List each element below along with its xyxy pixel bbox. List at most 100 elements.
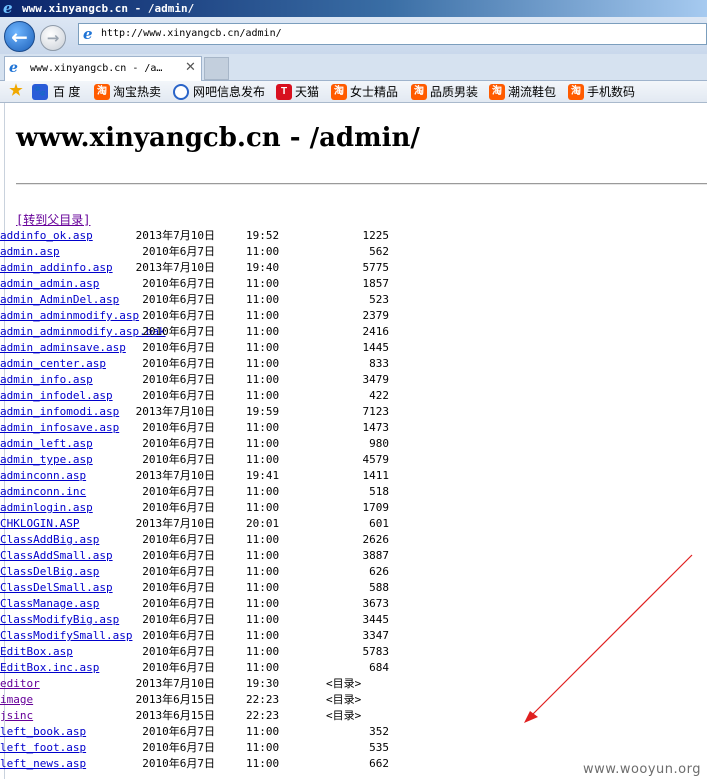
file-link[interactable]: ClassAddSmall.asp [0, 549, 113, 562]
file-link[interactable]: admin_AdminDel.asp [0, 293, 119, 306]
file-link[interactable]: left_foot.asp [0, 741, 86, 754]
ie-tab-icon: e [9, 60, 18, 76]
entry-date: 2013年7月10日 [135, 261, 215, 274]
file-link[interactable]: admin_adminsave.asp [0, 341, 126, 354]
entry-size: 1411 [362, 469, 390, 482]
entry-size: 1709 [362, 501, 390, 514]
file-link[interactable]: ClassDelSmall.asp [0, 581, 113, 594]
entry-time: 11:00 [246, 453, 280, 466]
listing-row: 2013年7月10日 19:41 1411 adminconn.asp [0, 468, 707, 484]
address-url[interactable]: http://www.xinyangcb.cn/admin/ [101, 24, 282, 44]
file-link[interactable]: EditBox.inc.asp [0, 661, 99, 674]
file-link[interactable]: ClassAddBig.asp [0, 533, 99, 546]
file-link[interactable]: admin_admin.asp [0, 277, 99, 290]
navigation-bar: ← → e http://www.xinyangcb.cn/admin/ [0, 17, 707, 54]
address-bar[interactable]: e http://www.xinyangcb.cn/admin/ [78, 23, 707, 45]
horizontal-rule [16, 183, 707, 185]
taobao-icon: 淘 [94, 84, 110, 100]
entry-date: 2010年6月7日 [142, 597, 215, 610]
file-link[interactable]: admin_infodel.asp [0, 389, 113, 402]
entry-date: 2013年7月10日 [135, 517, 215, 530]
listing-row: 2010年6月7日 11:00 4579 admin_type.asp [0, 452, 707, 468]
file-link[interactable]: adminconn.inc [0, 485, 86, 498]
ie-page-icon: e [83, 25, 93, 43]
entry-date: 2010年6月7日 [142, 277, 215, 290]
file-link[interactable]: ClassModifySmall.asp [0, 629, 132, 642]
entry-time: 11:00 [246, 245, 280, 258]
file-link[interactable]: addinfo_ok.asp [0, 229, 93, 242]
entry-time: 11:00 [246, 581, 280, 594]
listing-row: 2010年6月7日 11:00 562 admin.asp [0, 244, 707, 260]
file-link[interactable]: admin_infosave.asp [0, 421, 119, 434]
wangba-icon [173, 84, 189, 100]
entry-time: 19:41 [246, 469, 280, 482]
forward-button[interactable]: → [40, 25, 66, 51]
entry-time: 11:00 [246, 645, 280, 658]
file-link[interactable]: CHKLOGIN.ASP [0, 517, 79, 530]
entry-date: 2010年6月7日 [142, 453, 215, 466]
entry-time: 11:00 [246, 421, 280, 434]
file-link[interactable]: ClassModifyBig.asp [0, 613, 119, 626]
listing-row: 2010年6月7日 11:00 352 left_book.asp [0, 724, 707, 740]
entry-size: 2379 [362, 309, 390, 322]
file-link[interactable]: ClassDelBig.asp [0, 565, 99, 578]
tmall-icon: T [276, 84, 292, 100]
entry-time: 11:00 [246, 277, 280, 290]
window-title-bar: e www.xinyangcb.cn - /admin/ [0, 0, 707, 17]
entry-date: 2013年7月10日 [135, 469, 215, 482]
file-link[interactable]: admin_left.asp [0, 437, 93, 450]
entry-time: 11:00 [246, 757, 280, 770]
new-tab-button[interactable] [204, 57, 229, 80]
entry-size: 5783 [362, 645, 390, 658]
directory-link[interactable]: jsinc [0, 709, 33, 722]
file-link[interactable]: admin_center.asp [0, 357, 106, 370]
close-icon[interactable]: ✕ [185, 60, 196, 75]
directory-link[interactable]: editor [0, 677, 40, 690]
entry-date: 2010年6月7日 [142, 757, 215, 770]
listing-row: 2010年6月7日 11:00 5783 EditBox.asp [0, 644, 707, 660]
back-button[interactable]: ← [4, 21, 35, 52]
file-link[interactable]: adminlogin.asp [0, 501, 93, 514]
entry-size: 626 [369, 565, 389, 578]
listing-row: 2010年6月7日 11:00 3887 ClassAddSmall.asp [0, 548, 707, 564]
entry-time: 19:59 [246, 405, 280, 418]
entry-time: 19:52 [246, 229, 280, 242]
entry-date: 2010年6月7日 [142, 373, 215, 386]
ie-logo-icon: e [3, 0, 13, 17]
file-link[interactable]: left_book.asp [0, 725, 86, 738]
entry-date: 2010年6月7日 [142, 533, 215, 546]
file-link[interactable]: admin_infomodi.asp [0, 405, 119, 418]
file-link[interactable]: admin_addinfo.asp [0, 261, 113, 274]
page-content: www.xinyangcb.cn - /admin/ [转到父目录] 2013年… [0, 103, 707, 779]
file-link[interactable]: admin_adminmodify.asp.bak [0, 325, 166, 338]
favorites-star-icon[interactable]: ★ [8, 83, 24, 99]
listing-row: 2010年6月7日 11:00 535 left_foot.asp [0, 740, 707, 756]
parent-directory-link[interactable]: [转到父目录] [16, 211, 90, 228]
file-link[interactable]: EditBox.asp [0, 645, 73, 658]
entry-date: 2010年6月7日 [142, 501, 215, 514]
taobao-icon: 淘 [489, 84, 505, 100]
file-link[interactable]: admin_info.asp [0, 373, 93, 386]
listing-row: 2010年6月7日 11:00 523 admin_AdminDel.asp [0, 292, 707, 308]
file-link[interactable]: admin_type.asp [0, 453, 93, 466]
listing-row: 2013年7月10日 19:30 <目录> editor [0, 676, 707, 692]
entry-time: 11:00 [246, 629, 280, 642]
entry-time: 11:00 [246, 565, 280, 578]
listing-row: 2010年6月7日 11:00 1445 admin_adminsave.asp [0, 340, 707, 356]
watermark: www.wooyun.org [582, 762, 701, 777]
entry-size: 4579 [362, 453, 390, 466]
listing-row: 2010年6月7日 11:00 833 admin_center.asp [0, 356, 707, 372]
file-link[interactable]: adminconn.asp [0, 469, 86, 482]
entry-size: 1473 [362, 421, 390, 434]
directory-link[interactable]: image [0, 693, 33, 706]
file-link[interactable]: left_news.asp [0, 757, 86, 770]
listing-row: 2010年6月7日 11:00 518 adminconn.inc [0, 484, 707, 500]
entry-size: 3479 [362, 373, 390, 386]
tab-current[interactable]: e www.xinyangcb.cn - /a… ✕ [4, 56, 202, 81]
entry-date: 2013年6月15日 [135, 709, 215, 722]
file-link[interactable]: ClassManage.asp [0, 597, 99, 610]
file-link[interactable]: admin.asp [0, 245, 60, 258]
entry-time: 11:00 [246, 293, 280, 306]
file-link[interactable]: admin_adminmodify.asp [0, 309, 139, 322]
listing-row: 2010年6月7日 11:00 2416 admin_adminmodify.asp.… [0, 324, 707, 340]
